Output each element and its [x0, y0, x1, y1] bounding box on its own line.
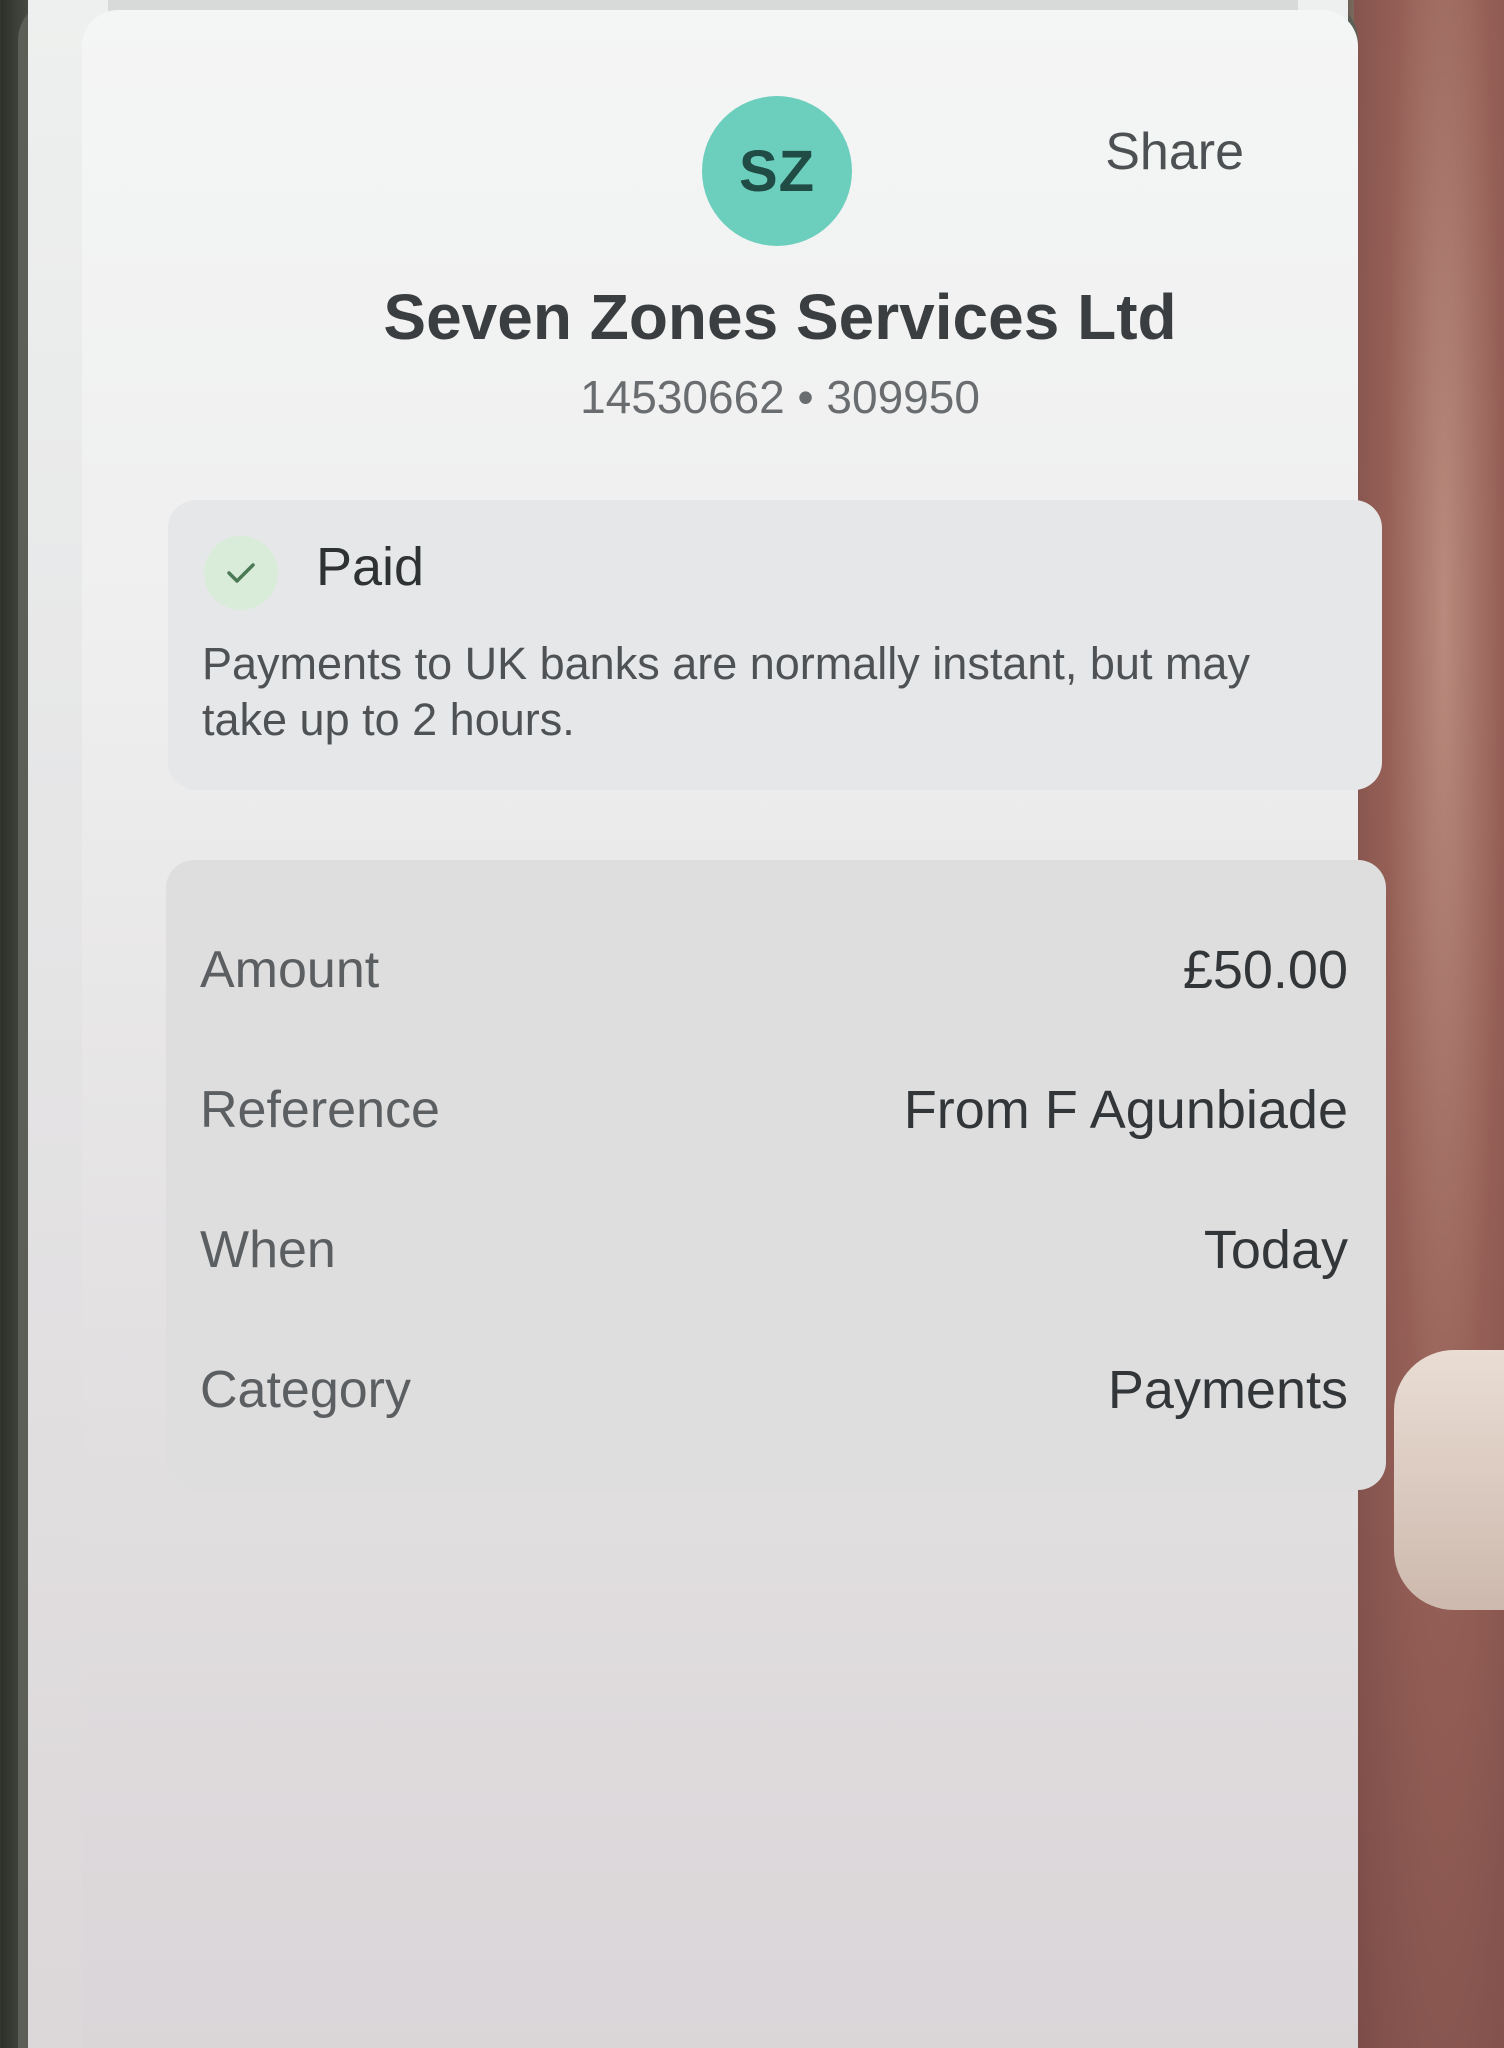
detail-label: Amount	[200, 941, 380, 999]
check-icon	[204, 536, 278, 610]
account-number: 14530662	[580, 371, 785, 423]
detail-value: From F Agunbiade	[903, 1080, 1348, 1140]
check-icon-glyph	[227, 563, 255, 583]
background-thumb	[1394, 1350, 1504, 1610]
account-separator: •	[797, 371, 814, 423]
detail-value: Payments	[1107, 1360, 1348, 1420]
detail-row-category[interactable]: Category Payments	[200, 1350, 1348, 1430]
detail-row-amount: Amount £50.00	[200, 930, 1348, 1010]
status-card: Paid Payments to UK banks are normally i…	[168, 500, 1382, 790]
detail-label: Reference	[200, 1081, 440, 1139]
account-details: 14530662 • 309950	[82, 370, 1478, 424]
share-button[interactable]: Share	[1105, 122, 1244, 182]
detail-value: Today	[1203, 1220, 1348, 1280]
phone-screen: SZ Share Seven Zones Services Ltd 145306…	[28, 0, 1386, 2048]
details-card: Amount £50.00 Reference From F Agunbiade…	[166, 860, 1386, 1490]
status-label: Paid	[316, 537, 425, 597]
status-note: Payments to UK banks are normally instan…	[202, 638, 1250, 745]
detail-value: £50.00	[1182, 940, 1348, 1000]
payment-details-sheet: SZ Share Seven Zones Services Ltd 145306…	[82, 10, 1386, 2048]
detail-row-reference: Reference From F Agunbiade	[200, 1070, 1348, 1150]
detail-label: When	[200, 1221, 336, 1279]
payee-name: Seven Zones Services Ltd	[383, 281, 1177, 353]
detail-label: Category	[200, 1361, 411, 1419]
sort-code: 309950	[826, 371, 980, 423]
payee-avatar: SZ	[702, 96, 852, 246]
detail-row-when: When Today	[200, 1210, 1348, 1290]
avatar-initials: SZ	[738, 138, 816, 204]
